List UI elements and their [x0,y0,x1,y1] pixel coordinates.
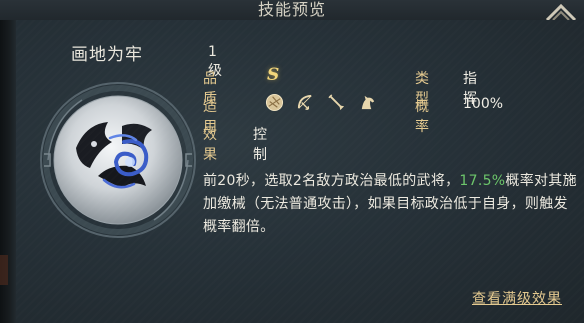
title-bar: 技能预览 [0,0,584,22]
description-highlight: 17.5% [459,173,506,189]
horse-icon [361,95,375,109]
rate-value: 100% [463,96,504,112]
bow-icon [297,94,312,110]
suit-icons [265,92,377,112]
rate-label: 概率 [415,99,430,135]
view-max-level-link[interactable]: 查看满级效果 [472,288,562,308]
quality-value: S [267,65,280,85]
edge-decoration [0,255,8,285]
background-edge [0,20,16,323]
skill-medallion-icon [40,82,196,238]
effect-value: 控制 [253,127,267,163]
shield-icon [265,93,284,111]
skill-name: 画地为牢 [71,45,143,65]
page-title: 技能预览 [257,0,326,19]
effect-label: 效果 [203,127,218,163]
skill-description: 前20秒，选取2名敌方政治最低的武将，17.5%概率对其施加缴械（无法普通攻击）… [203,170,578,239]
description-text-1: 前20秒，选取2名敌方政治最低的武将， [203,173,460,189]
skill-preview-window: 技能预览 画地为牢 1级 品质 S 类型 指挥 适用 概率 100% 效果 控制… [0,0,584,323]
skill-panel: 画地为牢 1级 品质 S 类型 指挥 适用 概率 100% 效果 控制 前20秒… [16,20,584,323]
spear-icon [328,93,345,110]
